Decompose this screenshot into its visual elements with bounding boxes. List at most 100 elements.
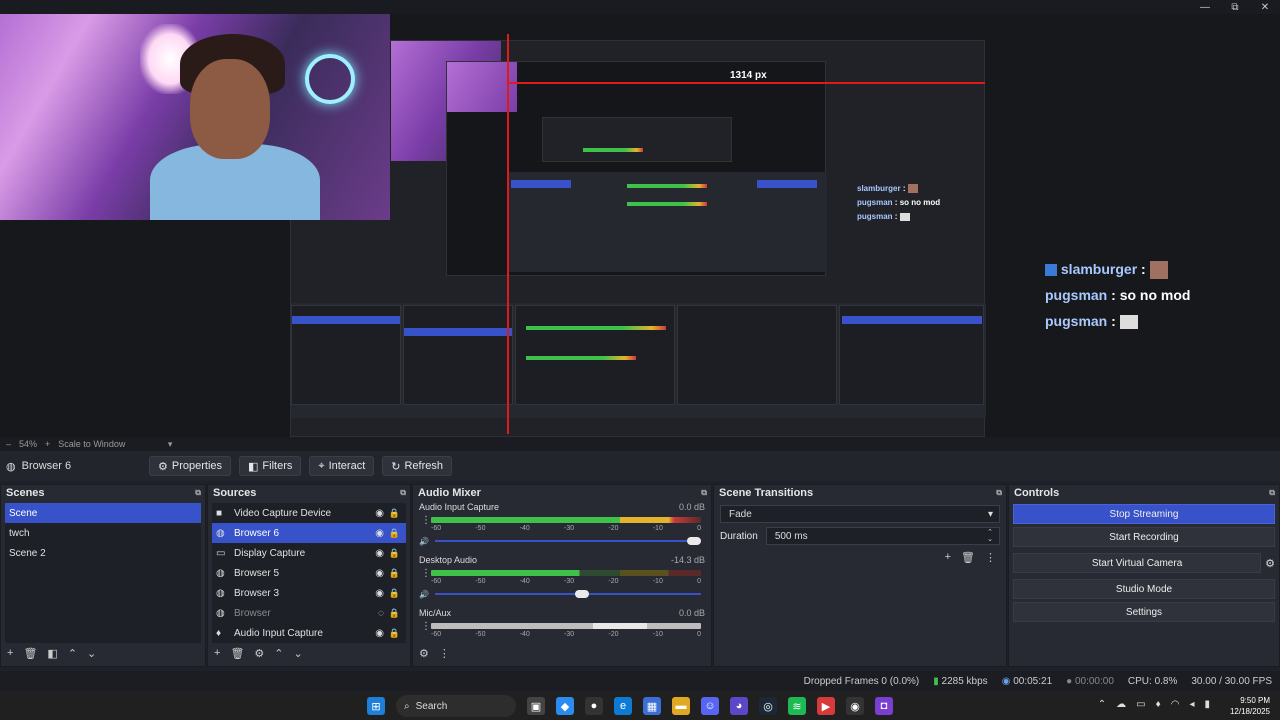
volume-slider[interactable] — [434, 590, 701, 598]
more-options-icon[interactable]: ⋮ — [421, 568, 431, 579]
move-up-icon[interactable]: ⌃ — [274, 647, 283, 660]
source-item[interactable]: ◍ Browser 5 ◉ 🔒 — [212, 563, 406, 583]
source-item[interactable]: ◍ Browser ◌ 🔒 — [212, 603, 406, 623]
twitch-icon[interactable]: ◘ — [875, 697, 893, 715]
add-icon[interactable]: + — [7, 647, 13, 660]
trash-icon[interactable]: 🗑 — [961, 551, 975, 564]
close-button[interactable]: ✕ — [1250, 0, 1280, 14]
taskbar-search[interactable]: ⌕ Search — [396, 695, 516, 717]
lock-icon[interactable]: 🔒 — [389, 608, 400, 619]
chat-app-icon[interactable]: ◕ — [730, 697, 748, 715]
gear-icon[interactable]: ⚙ — [1265, 557, 1275, 570]
battery-icon[interactable]: ▮ — [1204, 699, 1210, 710]
eye-icon[interactable]: ◉ — [375, 628, 384, 639]
scene-item[interactable]: Scene — [5, 503, 201, 523]
eye-icon[interactable]: ◉ — [375, 528, 384, 539]
move-down-icon[interactable]: ⌄ — [294, 647, 303, 660]
trash-icon[interactable]: 🗑 — [230, 647, 244, 660]
volume-slider-knob[interactable] — [687, 537, 701, 545]
source-item[interactable]: ▭ Display Capture ◉ 🔒 — [212, 543, 406, 563]
source-item[interactable]: ■ Video Capture Device ◉ 🔒 — [212, 503, 406, 523]
zoom-in-button[interactable]: + — [45, 439, 50, 449]
lock-icon[interactable]: 🔒 — [389, 588, 400, 599]
undock-icon[interactable]: ⧉ — [195, 488, 201, 498]
zoom-out-button[interactable]: – — [6, 439, 11, 449]
source-item[interactable]: ◍ Browser 6 ◉ 🔒 — [212, 523, 406, 543]
lock-icon[interactable]: 🔒 — [389, 548, 400, 559]
filter-icon[interactable]: ◧ — [47, 647, 57, 660]
move-down-icon[interactable]: ⌄ — [87, 647, 96, 660]
steam-icon[interactable]: ◎ — [759, 697, 777, 715]
interact-button[interactable]: ⌖ Interact — [309, 456, 375, 476]
maximize-button[interactable]: ⧉ — [1220, 0, 1250, 14]
source-item[interactable]: ◍ Browser 3 ◉ 🔒 — [212, 583, 406, 603]
trash-icon[interactable]: 🗑 — [23, 647, 37, 660]
start-virtual-camera-button[interactable]: Start Virtual Camera — [1013, 553, 1262, 573]
settings-button[interactable]: Settings — [1013, 602, 1275, 622]
undock-icon[interactable]: ⧉ — [996, 488, 1002, 498]
zoom-mode-select[interactable]: Scale to Window ▾ — [58, 439, 172, 450]
cloud-icon[interactable]: ☁ — [1116, 699, 1126, 710]
undock-icon[interactable]: ⧉ — [701, 488, 707, 498]
lock-icon[interactable]: 🔒 — [389, 628, 400, 639]
spotify-icon[interactable]: ≋ — [788, 697, 806, 715]
add-icon[interactable]: + — [945, 551, 951, 564]
monitor-icon[interactable]: ▭ — [1136, 699, 1145, 710]
more-options-icon[interactable]: ⋮ — [985, 551, 996, 564]
source-item[interactable]: ♦ Audio Input Capture ◉ 🔒 — [212, 623, 406, 643]
nested-scenes — [291, 305, 401, 405]
media-app-icon[interactable]: ▶ — [817, 697, 835, 715]
app-icon[interactable]: ● — [585, 697, 603, 715]
start-recording-button[interactable]: Start Recording — [1013, 527, 1275, 547]
lock-icon[interactable]: 🔒 — [389, 568, 400, 579]
more-options-icon[interactable]: ⋮ — [439, 647, 450, 660]
lock-icon[interactable]: 🔒 — [389, 528, 400, 539]
task-view-icon[interactable]: ▣ — [527, 697, 545, 715]
eye-icon[interactable]: ◉ — [375, 548, 384, 559]
mixer-settings-icon[interactable]: ⚙ — [419, 647, 429, 660]
mic-icon[interactable]: ♦ — [1156, 699, 1161, 710]
more-options-icon[interactable]: ⋮ — [421, 621, 431, 632]
chevron-up-icon[interactable]: ⌃ — [1098, 699, 1106, 710]
minimize-button[interactable]: — — [1190, 0, 1220, 14]
wifi-icon[interactable]: ◠ — [1171, 699, 1180, 710]
scene-item[interactable]: Scene 2 — [5, 543, 201, 563]
preview-canvas[interactable]: 1314 px slamburger : pugsman : so no mod… — [0, 14, 1280, 437]
eye-hidden-icon[interactable]: ◌ — [378, 608, 384, 619]
folder-icon[interactable]: ▬ — [672, 697, 690, 715]
speaker-icon[interactable]: 🔊 — [419, 590, 429, 599]
windows-start-icon[interactable]: ⊞ — [367, 697, 385, 715]
obs-icon[interactable]: ◉ — [846, 697, 864, 715]
eye-icon[interactable]: ◉ — [375, 568, 384, 579]
spin-icon[interactable]: ⌃ ⌄ — [987, 529, 993, 543]
edge-icon[interactable]: e — [614, 697, 632, 715]
volume-icon[interactable]: ◂ — [1189, 699, 1194, 710]
undock-icon[interactable]: ⧉ — [400, 488, 406, 498]
properties-button[interactable]: ⚙ Properties — [149, 456, 232, 476]
volume-slider[interactable] — [434, 537, 701, 545]
discord-icon[interactable]: ☺ — [701, 697, 719, 715]
mixer-channel: Mic/Aux 0.0 dB ⋮ -60 -50 -40 -30 -20 -10 0 — [413, 607, 711, 660]
gear-icon[interactable]: ⚙ — [254, 647, 264, 660]
copilot-icon[interactable]: ◆ — [556, 697, 574, 715]
source-label: Browser 3 — [234, 587, 280, 599]
store-icon[interactable]: ▦ — [643, 697, 661, 715]
more-options-icon[interactable]: ⋮ — [421, 515, 431, 526]
studio-mode-button[interactable]: Studio Mode — [1013, 579, 1275, 599]
filters-button[interactable]: ◧ Filters — [239, 456, 302, 476]
refresh-button[interactable]: ↻ Refresh — [382, 456, 453, 476]
scene-item[interactable]: twch — [5, 523, 201, 543]
lock-icon[interactable]: 🔒 — [389, 508, 400, 519]
volume-slider-knob[interactable] — [575, 590, 590, 598]
stop-streaming-button[interactable]: Stop Streaming — [1013, 504, 1275, 524]
duration-input[interactable]: 500 ms ⌃ ⌄ — [765, 527, 1000, 545]
transition-select[interactable]: Fade ▾ — [720, 505, 1000, 523]
add-icon[interactable]: + — [214, 647, 220, 660]
speaker-icon[interactable]: 🔊 — [419, 537, 429, 546]
move-up-icon[interactable]: ⌃ — [68, 647, 77, 660]
eye-icon[interactable]: ◉ — [375, 588, 384, 599]
taskbar-clock[interactable]: 9:50 PM 12/18/2025 — [1230, 695, 1270, 717]
meter-ticks: -60 -50 -40 -30 -20 -10 0 — [431, 525, 701, 532]
eye-icon[interactable]: ◉ — [375, 508, 384, 519]
undock-icon[interactable]: ⧉ — [1269, 488, 1275, 498]
